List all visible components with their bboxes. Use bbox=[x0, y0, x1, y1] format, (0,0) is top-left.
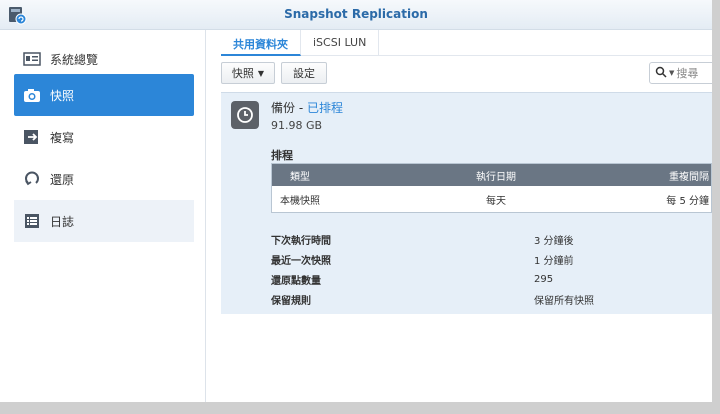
share-size: 91.98 GB bbox=[271, 119, 323, 132]
detail-value: 保留所有快照 bbox=[534, 295, 594, 307]
column-header-interval: 重複間隔 bbox=[669, 171, 709, 183]
schedule-type: 本機快照 bbox=[280, 195, 320, 207]
column-header-type: 類型 bbox=[290, 171, 310, 183]
schedule-table-header: 類型 執行日期 重複間隔 bbox=[272, 164, 711, 186]
search-placeholder: 搜尋 bbox=[676, 67, 699, 80]
sidebar-item-replication[interactable]: 複寫 bbox=[14, 116, 194, 158]
schedule-section-label: 排程 bbox=[271, 149, 293, 162]
search-icon bbox=[655, 66, 667, 81]
detail-value: 295 bbox=[534, 273, 554, 285]
window-title: Snapshot Replication bbox=[284, 7, 428, 21]
tab-shared-folders[interactable]: 共用資料夾 bbox=[221, 30, 301, 56]
sidebar-item-label: 系統總覽 bbox=[50, 52, 99, 67]
main-content: 共用資料夾 iSCSI LUN 快照 ▼ 設定 ▼ 搜尋 備份 - 已排程 91… bbox=[207, 30, 712, 402]
column-header-date: 執行日期 bbox=[476, 171, 517, 183]
schedule-interval: 每 5 分鐘 bbox=[666, 195, 709, 207]
share-detail-panel[interactable]: 備份 - 已排程 91.98 GB 排程 類型 執行日期 重複間隔 本機快照 每… bbox=[221, 92, 712, 314]
detail-row-last-snapshot: 最近一次快照 1 分鐘前 bbox=[271, 249, 712, 269]
detail-value: 1 分鐘前 bbox=[534, 255, 574, 267]
replication-icon bbox=[22, 127, 42, 147]
camera-icon bbox=[22, 85, 42, 105]
toolbar: 快照 ▼ 設定 ▼ 搜尋 bbox=[221, 62, 712, 86]
share-name-line: 備份 - 已排程 bbox=[271, 99, 343, 116]
sidebar: 系統總覽 快照 複寫 還原 日誌 bbox=[0, 30, 206, 402]
share-separator: - bbox=[295, 101, 307, 115]
detail-key: 下次執行時間 bbox=[271, 235, 331, 247]
detail-row-next-run: 下次執行時間 3 分鐘後 bbox=[271, 229, 712, 249]
sidebar-item-snapshots[interactable]: 快照 bbox=[14, 74, 194, 116]
overview-icon bbox=[22, 49, 42, 69]
sidebar-item-label: 日誌 bbox=[50, 214, 75, 229]
title-bar: Snapshot Replication bbox=[0, 0, 712, 30]
detail-value: 3 分鐘後 bbox=[534, 235, 574, 247]
sidebar-item-log[interactable]: 日誌 bbox=[14, 200, 194, 242]
caret-down-icon: ▼ bbox=[257, 68, 265, 78]
share-status: 已排程 bbox=[306, 101, 343, 115]
settings-button[interactable]: 設定 bbox=[281, 62, 327, 84]
search-input[interactable]: ▼ 搜尋 bbox=[649, 62, 712, 84]
tab-iscsi-lun[interactable]: iSCSI LUN bbox=[301, 30, 380, 56]
detail-row-restore-points: 還原點數量 295 bbox=[271, 269, 712, 289]
sidebar-item-label: 還原 bbox=[50, 172, 75, 187]
snapshot-details: 下次執行時間 3 分鐘後 最近一次快照 1 分鐘前 還原點數量 295 保留規則… bbox=[271, 229, 712, 309]
schedule-table: 類型 執行日期 重複間隔 本機快照 每天 每 5 分鐘 bbox=[271, 163, 712, 213]
sidebar-item-label: 複寫 bbox=[50, 130, 75, 145]
sidebar-item-restore[interactable]: 還原 bbox=[14, 158, 194, 200]
snapshot-menu-button[interactable]: 快照 ▼ bbox=[221, 62, 275, 84]
shared-folder-snapshot-icon bbox=[231, 101, 259, 129]
share-name: 備份 bbox=[271, 101, 296, 115]
log-icon bbox=[22, 211, 42, 231]
schedule-date: 每天 bbox=[485, 195, 506, 207]
detail-row-retention: 保留規則 保留所有快照 bbox=[271, 289, 712, 309]
detail-key: 最近一次快照 bbox=[271, 255, 331, 267]
table-row[interactable]: 本機快照 每天 每 5 分鐘 bbox=[272, 186, 711, 212]
tab-bar: 共用資料夾 iSCSI LUN bbox=[221, 30, 712, 56]
app-window: Snapshot Replication 系統總覽 快照 複寫 還原 日誌 共用… bbox=[0, 0, 712, 402]
detail-key: 保留規則 bbox=[271, 295, 311, 307]
caret-down-icon: ▼ bbox=[669, 69, 675, 77]
detail-key: 還原點數量 bbox=[271, 275, 321, 287]
sidebar-item-label: 快照 bbox=[50, 88, 75, 103]
restore-icon bbox=[22, 169, 42, 189]
snapshot-button-label: 快照 bbox=[231, 67, 254, 80]
